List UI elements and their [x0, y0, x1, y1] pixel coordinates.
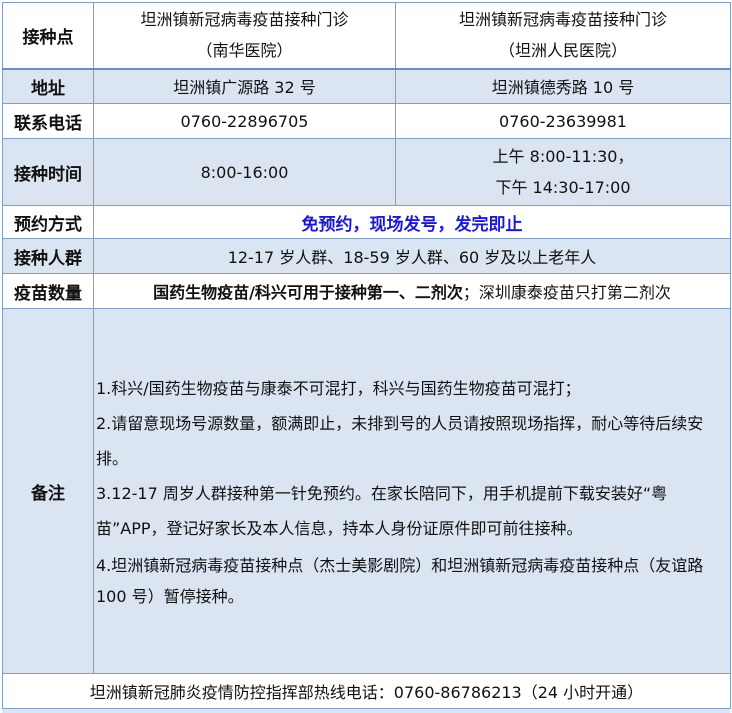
- site-hospital: （南华医院）: [196, 41, 293, 61]
- vaccination-info-table: 接种点 坦洲镇新冠病毒疫苗接种门诊 （南华医院） 坦洲镇新冠病毒疫苗接种门诊 （坦洲…: [2, 2, 731, 709]
- label-population: 接种人群: [2, 238, 94, 274]
- time-morning: 上午 8:00-11:30，: [492, 147, 634, 166]
- site-name: 坦洲镇新冠病毒疫苗接种门诊: [458, 10, 667, 30]
- label-vaccine: 疫苗数量: [2, 273, 94, 309]
- label-booking: 预约方式: [2, 205, 94, 239]
- label-address: 地址: [2, 68, 94, 104]
- hotline: 坦洲镇新冠肺炎疫情防控指挥部热线电话：0760-86786213（24 小时开通…: [2, 673, 731, 709]
- site-tanzhou: 坦洲镇新冠病毒疫苗接种门诊 （坦洲人民医院）: [395, 2, 731, 70]
- site-name: 坦洲镇新冠病毒疫苗接种门诊: [140, 10, 349, 30]
- row-booking: 预约方式 免预约，现场发号，发完即止: [2, 205, 731, 239]
- label-time: 接种时间: [2, 138, 94, 206]
- label-phone: 联系电话: [2, 103, 94, 139]
- time-afternoon: 下午 14:30-17:00: [495, 178, 631, 197]
- notes-content: 1.科兴/国药生物疫苗与康泰不可混打，科兴与国药生物疫苗可混打； 2.请留意现场…: [93, 308, 731, 674]
- bottom-strip: [2, 708, 730, 713]
- note-item: 3.12-17 周岁人群接种第一针免预约。在家长陪同下，用手机提前下载安装好“粤…: [96, 483, 668, 538]
- note-item: 2.请留意现场号源数量，额满即止，未排到号的人员请按照现场指挥，耐心等待后续安排…: [96, 413, 704, 468]
- booking-value: 免预约，现场发号，发完即止: [93, 205, 731, 239]
- row-address: 地址 坦洲镇广源路 32 号 坦洲镇德秀路 10 号: [2, 68, 731, 104]
- site-hospital: （坦洲人民医院）: [498, 41, 627, 61]
- phone-tanzhou: 0760-23639981: [395, 103, 731, 139]
- row-footer: 坦洲镇新冠肺炎疫情防控指挥部热线电话：0760-86786213（24 小时开通…: [2, 673, 731, 709]
- address-nanhua: 坦洲镇广源路 32 号: [93, 68, 396, 104]
- row-time: 接种时间 8:00-16:00 上午 8:00-11:30， 下午 14:30-1…: [2, 138, 731, 206]
- row-site: 接种点 坦洲镇新冠病毒疫苗接种门诊 （南华医院） 坦洲镇新冠病毒疫苗接种门诊 （坦洲…: [2, 2, 731, 70]
- site-nanhua: 坦洲镇新冠病毒疫苗接种门诊 （南华医院）: [93, 2, 396, 70]
- row-phone: 联系电话 0760-22896705 0760-23639981: [2, 103, 731, 139]
- phone-nanhua: 0760-22896705: [93, 103, 396, 139]
- label-site: 接种点: [2, 2, 94, 70]
- address-tanzhou: 坦洲镇德秀路 10 号: [395, 68, 731, 104]
- row-vaccine: 疫苗数量 国药生物疫苗/科兴可用于接种第一、二剂次；深圳康泰疫苗只打第二剂次: [2, 273, 731, 309]
- note-item: 1.科兴/国药生物疫苗与康泰不可混打，科兴与国药生物疫苗可混打；: [96, 378, 581, 398]
- time-tanzhou: 上午 8:00-11:30， 下午 14:30-17:00: [395, 138, 731, 206]
- vaccine-rest: ；深圳康泰疫苗只打第二剂次: [462, 283, 671, 302]
- note-item: 4.坦洲镇新冠病毒疫苗接种点（杰士美影剧院）和坦洲镇新冠病毒疫苗接种点（友谊路 …: [96, 555, 704, 606]
- vaccine-value: 国药生物疫苗/科兴可用于接种第一、二剂次；深圳康泰疫苗只打第二剂次: [93, 273, 731, 309]
- population-value: 12-17 岁人群、18-59 岁人群、60 岁及以上老年人: [93, 238, 731, 274]
- row-notes: 备注 1.科兴/国药生物疫苗与康泰不可混打，科兴与国药生物疫苗可混打； 2.请留…: [2, 308, 731, 674]
- row-population: 接种人群 12-17 岁人群、18-59 岁人群、60 岁及以上老年人: [2, 238, 731, 274]
- vaccine-bold: 国药生物疫苗/科兴可用于接种第一、二剂次: [153, 283, 463, 302]
- time-nanhua: 8:00-16:00: [93, 138, 396, 206]
- label-notes: 备注: [2, 308, 94, 674]
